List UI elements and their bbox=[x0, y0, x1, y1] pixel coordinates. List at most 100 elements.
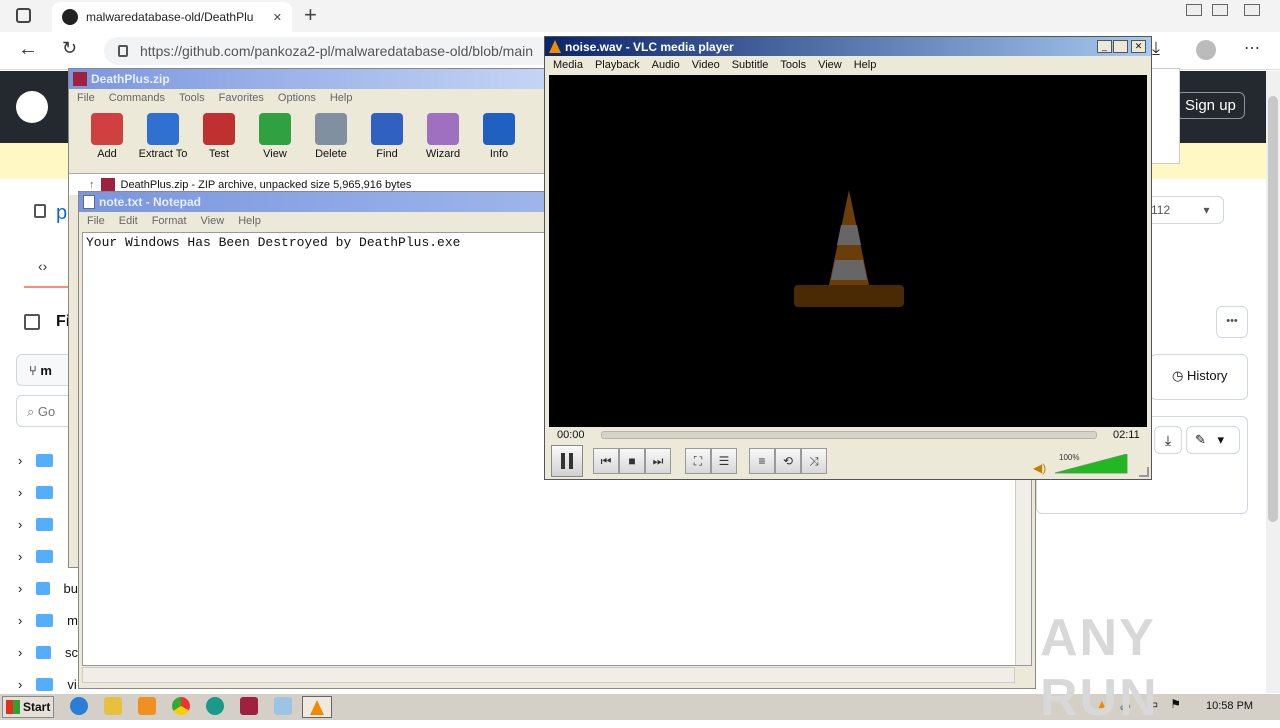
shuffle-button[interactable]: ⤨ bbox=[801, 448, 827, 474]
chevron-down-icon: ▾ bbox=[1217, 432, 1225, 447]
notepad-menu-help[interactable]: Help bbox=[238, 215, 261, 227]
playlist-button[interactable]: ≡ bbox=[749, 448, 775, 474]
winrar-wizard-button[interactable]: Wizard bbox=[415, 113, 471, 160]
edit-file-icon[interactable]: ✎ ▾ bbox=[1186, 426, 1240, 454]
chrome-icon[interactable] bbox=[172, 697, 190, 715]
notepad-menu-view[interactable]: View bbox=[201, 215, 225, 227]
back-arrow-icon[interactable]: ← bbox=[18, 38, 38, 61]
folder-icon bbox=[36, 581, 50, 595]
file-tree-item[interactable]: › m bbox=[18, 604, 78, 636]
winrar-menu-file[interactable]: File bbox=[77, 92, 95, 104]
internet-explorer-icon[interactable] bbox=[70, 697, 88, 715]
sign-up-button[interactable]: Sign up bbox=[1176, 92, 1245, 119]
winrar-menu-help[interactable]: Help bbox=[330, 92, 353, 104]
download-raw-icon[interactable]: ⤓ bbox=[1154, 426, 1182, 454]
go-to-file-input[interactable]: ⌕ Go bbox=[16, 395, 76, 427]
winrar-delete-button[interactable]: Delete bbox=[303, 113, 359, 160]
start-label: Start bbox=[23, 700, 51, 714]
close-window-icon[interactable] bbox=[1244, 4, 1260, 16]
more-options-button[interactable]: ••• bbox=[1216, 306, 1248, 338]
code-tab[interactable]: ‹› bbox=[38, 258, 47, 274]
winrar-menu-tools[interactable]: Tools bbox=[179, 92, 205, 104]
speaker-icon[interactable]: ◀) bbox=[1033, 461, 1046, 475]
vlc-video-area[interactable] bbox=[549, 75, 1147, 427]
vlc-menu-audio[interactable]: Audio bbox=[652, 59, 680, 71]
sidebar-toggle-icon[interactable] bbox=[24, 314, 40, 330]
edge-icon[interactable] bbox=[206, 697, 224, 715]
winrar-add-button[interactable]: Add bbox=[79, 113, 135, 160]
github-logo-icon[interactable] bbox=[16, 91, 48, 123]
search-icon: ⌕ bbox=[27, 404, 38, 419]
winrar-find-button[interactable]: Find bbox=[359, 113, 415, 160]
vlc-menu-subtitle[interactable]: Subtitle bbox=[732, 59, 769, 71]
vlc-cone-logo-icon bbox=[794, 190, 904, 307]
star-counter[interactable]: 112 ▾ bbox=[1144, 196, 1224, 224]
explorer-icon[interactable] bbox=[104, 697, 122, 715]
winrar-extract-to-button[interactable]: Extract To bbox=[135, 113, 191, 160]
winrar-test-button[interactable]: Test bbox=[191, 113, 247, 160]
stop-button[interactable]: ■ bbox=[619, 448, 645, 474]
folder-name: vi bbox=[67, 676, 77, 692]
repo-owner-link[interactable]: p bbox=[56, 202, 67, 225]
vlc-menu-view[interactable]: View bbox=[818, 59, 842, 71]
start-button[interactable]: Start bbox=[2, 696, 54, 718]
vlc-maximize-button[interactable] bbox=[1113, 40, 1128, 53]
notepad-menu-edit[interactable]: Edit bbox=[119, 215, 138, 227]
chevron-right-icon: › bbox=[18, 676, 23, 692]
winrar-menu-options[interactable]: Options bbox=[278, 92, 316, 104]
notepad-menu-file[interactable]: File bbox=[87, 215, 105, 227]
new-tab-button[interactable]: + bbox=[304, 2, 317, 28]
reload-icon[interactable]: ↻ bbox=[62, 38, 77, 59]
extended-settings-button[interactable]: ☰ bbox=[711, 448, 737, 474]
download-icon[interactable]: ⤓ bbox=[1152, 38, 1160, 59]
url-text: https://github.com/pankoza2-pl/malwareda… bbox=[140, 43, 534, 59]
browser-tabstrip: malwaredatabase-old/DeathPlu ✕ + bbox=[0, 0, 1280, 32]
resize-grip-icon[interactable] bbox=[1139, 467, 1149, 477]
notepad-horizontal-scrollbar[interactable] bbox=[82, 667, 1015, 683]
history-button[interactable]: ◷ History bbox=[1172, 368, 1227, 384]
vlc-minimize-button[interactable]: _ bbox=[1097, 40, 1112, 53]
loop-button[interactable]: ⟲ bbox=[775, 448, 801, 474]
up-folder-icon[interactable]: ↑ bbox=[89, 179, 95, 191]
next-button[interactable]: ⏭ bbox=[645, 448, 671, 474]
winrar-titlebar[interactable]: DeathPlus.zip bbox=[69, 69, 547, 89]
time-elapsed: 00:00 bbox=[557, 429, 585, 441]
volume-slider[interactable] bbox=[1055, 454, 1129, 474]
vlc-menu-tools[interactable]: Tools bbox=[780, 59, 806, 71]
file-tree-item[interactable]: › sc bbox=[18, 636, 78, 668]
maximize-window-icon[interactable] bbox=[1212, 4, 1228, 16]
browser-menu-icon[interactable]: ⋯ bbox=[1244, 38, 1260, 58]
chevron-down-icon: ▾ bbox=[1203, 203, 1210, 217]
tab-actions-icon[interactable] bbox=[16, 8, 31, 23]
vlc-menu-playback[interactable]: Playback bbox=[595, 59, 640, 71]
seek-bar[interactable] bbox=[601, 431, 1097, 439]
vlc-menu-media[interactable]: Media bbox=[553, 59, 583, 71]
winrar-menu-commands[interactable]: Commands bbox=[109, 92, 165, 104]
file-tree-item[interactable]: › bu bbox=[18, 572, 78, 604]
scrollbar-thumb[interactable] bbox=[1268, 96, 1278, 522]
minimize-window-icon[interactable] bbox=[1186, 4, 1202, 16]
previous-button[interactable]: ⏮ bbox=[593, 448, 619, 474]
winrar-view-button[interactable]: View bbox=[247, 113, 303, 160]
winrar-task-icon[interactable] bbox=[240, 697, 258, 715]
notepad-task-icon[interactable] bbox=[274, 697, 292, 715]
notepad-menu-format[interactable]: Format bbox=[152, 215, 187, 227]
vlc-titlebar[interactable]: noise.wav - VLC media player bbox=[545, 37, 1151, 56]
vlc-task-button[interactable] bbox=[302, 696, 332, 718]
pause-button[interactable] bbox=[551, 445, 583, 477]
vlc-menu-help[interactable]: Help bbox=[854, 59, 877, 71]
time-total: 02:11 bbox=[1113, 429, 1140, 441]
browser-tab[interactable]: malwaredatabase-old/DeathPlu ✕ bbox=[52, 2, 292, 32]
folder-icon bbox=[36, 485, 54, 499]
branch-selector[interactable]: ⑂ m bbox=[16, 354, 76, 386]
chevron-right-icon: › bbox=[18, 612, 23, 628]
fullscreen-button[interactable]: ⛶ bbox=[685, 448, 711, 474]
tab-close-icon[interactable]: ✕ bbox=[273, 11, 282, 24]
winrar-info-button[interactable]: Info bbox=[471, 113, 527, 160]
vlc-close-button[interactable]: ✕ bbox=[1131, 40, 1146, 53]
address-bar[interactable]: https://github.com/pankoza2-pl/malwareda… bbox=[104, 37, 564, 65]
vlc-menu-video[interactable]: Video bbox=[692, 59, 720, 71]
winrar-menu-favorites[interactable]: Favorites bbox=[219, 92, 264, 104]
profile-avatar[interactable] bbox=[1196, 40, 1216, 60]
media-player-icon[interactable] bbox=[138, 697, 156, 715]
